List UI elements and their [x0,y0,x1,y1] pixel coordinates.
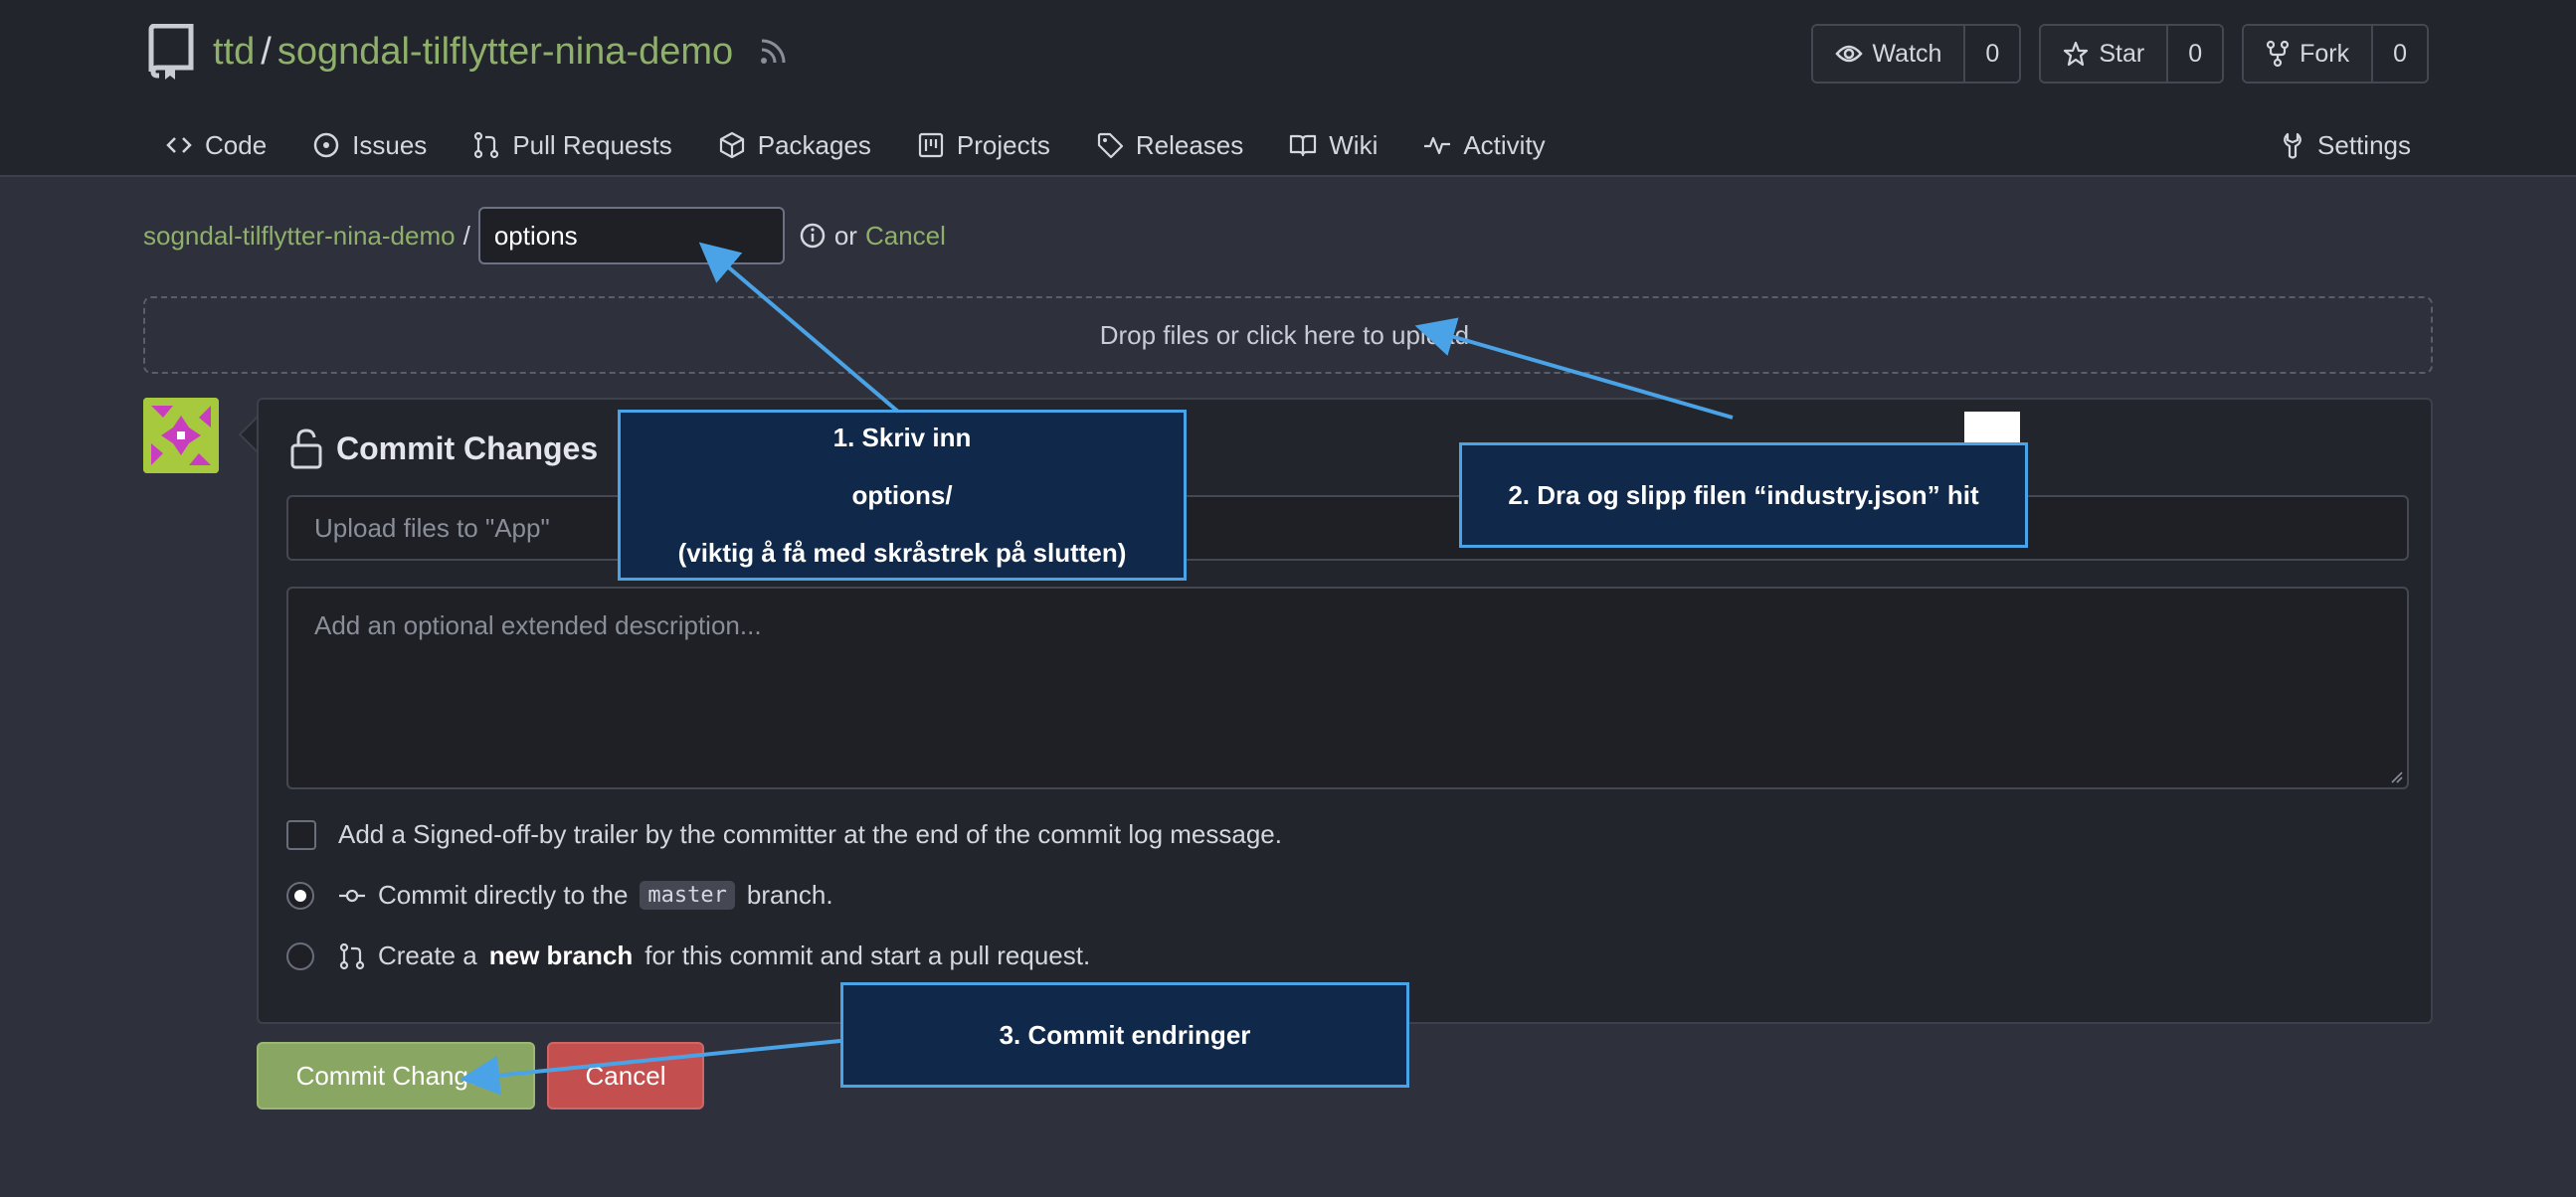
pulse-icon [1424,136,1451,155]
watch-button-group: Watch 0 [1810,24,2022,84]
pull-request-icon [339,942,365,969]
tab-settings[interactable]: Settings [2280,123,2411,167]
repo-tabs: Code Issues Pull Requests Packages Proje… [165,123,1546,167]
commit-description-input[interactable]: Add an optional extended description... [286,587,2409,789]
annotation-step-2-text: 2. Dra og slipp filen “industry.json” hi… [1508,479,1979,510]
signoff-label: Add a Signed-off-by trailer by the commi… [338,819,1282,849]
tab-projects-label: Projects [956,129,1050,160]
dropzone-text: Drop files or click here to upload. [1099,319,1477,350]
fork-count[interactable]: 0 [2371,26,2427,82]
new-branch-bold: new branch [488,940,634,970]
wrench-icon [2284,132,2301,159]
repo-title: ttd / sogndal-tilflytter-nina-demo [145,24,787,80]
commit-changes-label: Commit Changes [295,1060,496,1091]
new-branch-suffix: for this commit and start a pull request… [644,940,1091,970]
commit-icon [339,889,365,902]
watch-label: Watch [1872,39,1942,68]
rss-icon[interactable] [759,38,787,66]
breadcrumb-repo-link[interactable]: sogndal-tilflytter-nina-demo [143,221,456,252]
upload-path-breadcrumb: sogndal-tilflytter-nina-demo / or Cancel [143,207,946,264]
star-button[interactable]: Star [2041,26,2167,82]
avatar[interactable] [143,398,219,473]
annotation-step-3: 3. Commit endringer [840,982,1409,1088]
commit-summary-placeholder: Upload files to "App" [314,512,550,543]
new-branch-radio[interactable] [286,941,314,970]
star-label: Star [2099,39,2145,68]
tab-projects[interactable]: Projects [917,123,1050,167]
tab-pull-requests-label: Pull Requests [512,129,672,160]
identicon-avatar [143,398,219,473]
path-input[interactable] [477,207,785,264]
commit-direct-radio[interactable] [286,881,314,910]
commit-heading-text: Commit Changes [336,429,599,466]
code-icon [166,137,192,153]
tab-pull-requests[interactable]: Pull Requests [472,123,672,167]
new-branch-prefix: Create a [378,940,477,970]
branch-name: master [640,881,735,910]
fork-label: Fork [2300,39,2350,68]
repo-icon [148,24,194,80]
annotation-step-3-text: 3. Commit endringer [999,1019,1251,1050]
commit-heading: Commit Changes [288,428,598,469]
repo-separator: / [261,30,272,73]
new-branch-option: Create a new branch for this commit and … [286,940,1090,971]
breadcrumb-cancel-link[interactable]: Cancel [865,221,946,252]
tab-packages[interactable]: Packages [718,123,871,167]
settings-label: Settings [2317,129,2411,160]
breadcrumb-or: or [833,220,857,251]
package-icon [719,131,744,159]
signoff-checkbox[interactable] [286,819,316,850]
pull-request-icon [474,131,499,159]
repo-action-buttons: Watch 0 Star 0 Fork 0 [1810,24,2429,84]
tab-code[interactable]: Code [165,123,267,167]
tab-activity-label: Activity [1463,129,1546,160]
issue-icon [313,132,339,158]
project-icon [918,132,944,158]
tab-wiki-label: Wiki [1329,129,1379,160]
tab-releases[interactable]: Releases [1096,123,1243,167]
commit-description-placeholder: Add an optional extended description... [314,610,762,640]
tab-packages-label: Packages [757,129,871,160]
star-button-group: Star 0 [2039,24,2225,84]
commit-direct-option: Commit directly to the master branch. [286,880,833,911]
annotation-step-1-line-3: (viktig å få med skråstrek på slutten) [677,538,1127,568]
tab-issues[interactable]: Issues [312,123,427,167]
commit-direct-prefix: Commit directly to the [378,880,629,910]
commit-summary-input[interactable]: Upload files to "App" [286,495,2409,561]
cancel-button[interactable]: Cancel [547,1042,704,1110]
tab-wiki[interactable]: Wiki [1289,123,1378,167]
commit-changes-button[interactable]: Commit Changes [257,1042,535,1110]
annotation-step-1-line-1: 1. Skriv inn [832,423,972,452]
annotation-step-2: 2. Dra og slipp filen “industry.json” hi… [1459,442,2028,548]
tab-code-label: Code [205,129,268,160]
tab-releases-label: Releases [1135,129,1244,160]
annotation-step-1: 1. Skriv inn options/ (viktig å få med s… [618,410,1187,581]
breadcrumb-slash: / [462,220,470,251]
cancel-label: Cancel [585,1060,666,1091]
eye-icon [1834,45,1863,63]
annotation-white-square [1964,412,2020,445]
commit-direct-suffix: branch. [746,880,833,910]
fork-button-group: Fork 0 [2242,24,2429,84]
fork-button[interactable]: Fork [2244,26,2372,82]
watch-button[interactable]: Watch [1812,26,1964,82]
watch-count[interactable]: 0 [1963,26,2020,82]
repo-name-link[interactable]: sogndal-tilflytter-nina-demo [277,31,733,74]
star-icon [2064,41,2089,67]
repo-header: ttd / sogndal-tilflytter-nina-demo Watch… [0,0,2576,177]
unlock-icon [290,428,322,469]
repo-owner-link[interactable]: ttd [213,31,255,74]
info-icon[interactable] [799,222,827,250]
book-icon [1290,134,1317,157]
signoff-option: Add a Signed-off-by trailer by the commi… [286,819,1282,850]
annotation-step-1-line-2: options/ [851,480,953,510]
file-dropzone[interactable]: Drop files or click here to upload. [143,296,2433,374]
tab-activity[interactable]: Activity [1423,123,1546,167]
fork-icon [2266,40,2290,68]
tab-issues-label: Issues [352,129,428,160]
resize-handle-icon[interactable] [2389,770,2403,783]
commit-form: Commit Changes Upload files to "App" Add… [257,398,2433,1024]
star-count[interactable]: 0 [2166,26,2223,82]
tag-icon [1097,132,1123,159]
